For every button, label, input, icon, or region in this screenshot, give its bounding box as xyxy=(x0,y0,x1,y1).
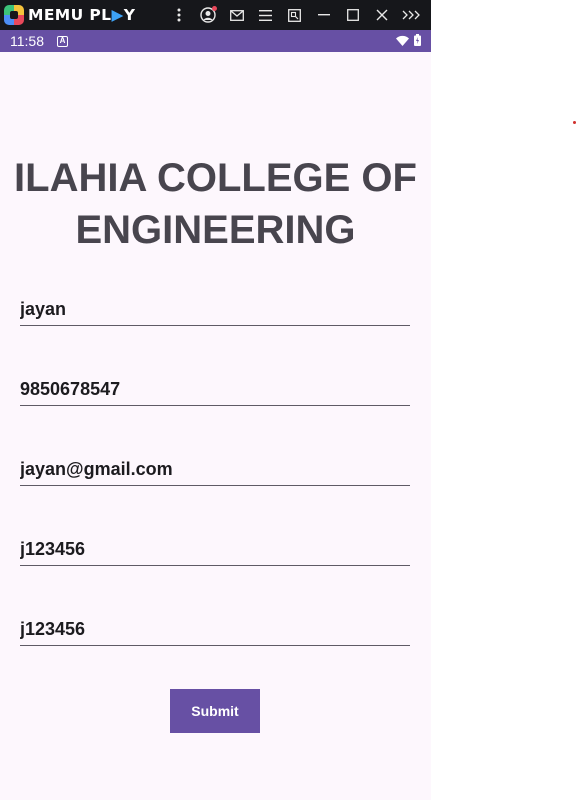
status-time: 11:58 xyxy=(10,33,44,49)
android-status-bar: 11:58 A xyxy=(0,30,431,52)
close-icon[interactable] xyxy=(367,0,396,30)
name-field-container xyxy=(20,294,410,326)
emulator-title: MEMU PL▶Y xyxy=(28,6,136,24)
red-dot-marker xyxy=(573,121,576,124)
submit-button[interactable]: Submit xyxy=(170,689,260,733)
maximize-icon[interactable] xyxy=(338,0,367,30)
account-icon[interactable] xyxy=(193,0,222,30)
mail-icon[interactable] xyxy=(222,0,251,30)
emulator-title-bar: MEMU PL▶Y xyxy=(0,0,431,30)
password-field-container xyxy=(20,534,410,566)
confirm-password-field-container xyxy=(20,614,410,646)
expand-icon[interactable] xyxy=(396,0,425,30)
name-field[interactable] xyxy=(20,294,410,325)
battery-icon xyxy=(414,33,421,49)
memu-logo-icon xyxy=(4,5,24,25)
more-vert-icon[interactable] xyxy=(164,0,193,30)
confirm-password-field[interactable] xyxy=(20,614,410,645)
wifi-icon xyxy=(396,34,409,49)
minimize-icon[interactable] xyxy=(309,0,338,30)
email-field-container xyxy=(20,454,410,486)
menu-icon[interactable] xyxy=(251,0,280,30)
screenshot-icon[interactable] xyxy=(280,0,309,30)
notification-dot xyxy=(212,6,217,11)
college-title: ILAHIA COLLEGE OF ENGINEERING xyxy=(14,156,417,252)
phone-field[interactable] xyxy=(20,374,410,405)
email-field[interactable] xyxy=(20,454,410,485)
a-notification-icon: A xyxy=(57,35,68,47)
password-field[interactable] xyxy=(20,534,410,565)
phone-field-container xyxy=(20,374,410,406)
app-screen: ILAHIA COLLEGE OF ENGINEERING Submit xyxy=(0,52,431,800)
